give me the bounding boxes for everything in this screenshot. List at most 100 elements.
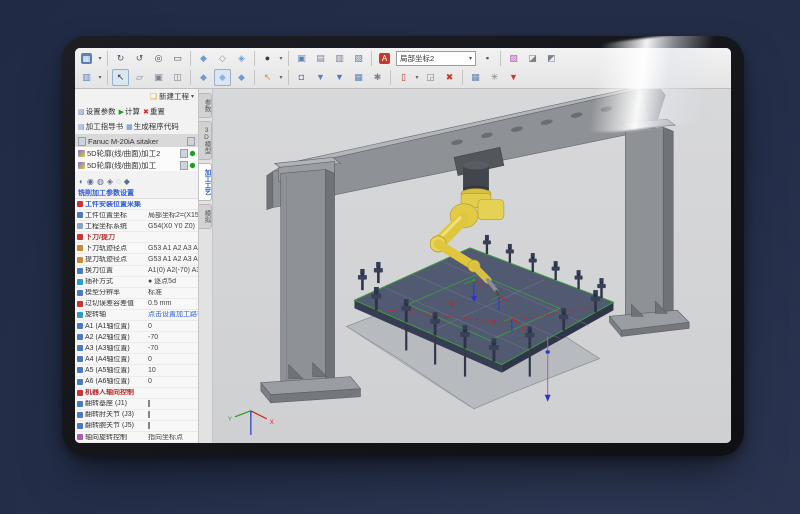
filter-toolpath-icon[interactable]: ▼ <box>312 69 329 86</box>
report-template-icon[interactable]: ◲ <box>422 69 439 86</box>
dropdown-caret[interactable]: ▾ <box>96 74 104 81</box>
dropdown-caret[interactable]: ▾ <box>96 55 104 62</box>
property-row: A2 (A2轴位置)-70 <box>75 332 198 343</box>
property-value[interactable]: 10 <box>147 367 198 374</box>
simulate-icon[interactable]: ◘ <box>293 69 310 86</box>
measure-icon[interactable]: ◫ <box>169 69 186 86</box>
panel-tab-inactive[interactable]: 3D模型 <box>199 121 212 160</box>
fixture-setup-icon[interactable]: ▥ <box>331 50 348 67</box>
property-value[interactable]: 标准 <box>147 289 198 296</box>
work-instruction-button-label: 加工指导书 <box>86 121 124 132</box>
panel-tab-active[interactable]: 加工工艺 <box>199 163 212 201</box>
save-icon[interactable]: ▦ <box>78 50 95 67</box>
property-value[interactable]: 局部坐标2=(X1544.582 <box>147 212 198 219</box>
property-checkbox[interactable] <box>148 422 150 429</box>
orbit-icon[interactable]: ↻ <box>112 50 129 67</box>
property-value[interactable]: 指向坐标点 <box>147 434 198 441</box>
viewport-3d[interactable]: Y X <box>213 89 731 443</box>
machine-view-icon[interactable]: ◆ <box>233 69 250 86</box>
part-view-icon[interactable]: ◆ <box>195 69 212 86</box>
property-value[interactable]: 0 <box>147 378 198 385</box>
copy-icon[interactable]: ▣ <box>150 69 167 86</box>
machine-page-icon[interactable]: ◆ <box>124 177 130 186</box>
property-value[interactable]: ● 逐点5d <box>147 278 198 285</box>
reset-button[interactable]: ✖重置 <box>143 106 165 117</box>
generate-code-button[interactable]: ▦生成程序代码 <box>126 121 179 132</box>
texture-icon[interactable]: ▨ <box>505 50 522 67</box>
workpiece-view-icon[interactable]: ◆ <box>214 69 231 86</box>
property-value[interactable]: G53 A1 A2 A3 A4 A5 A <box>147 256 198 263</box>
snapshot-icon[interactable]: ◪ <box>524 50 541 67</box>
pdf-export-icon[interactable]: A <box>376 50 393 67</box>
calculate-button[interactable]: ▶计算 <box>119 106 140 117</box>
property-row: 工件位置坐标局部坐标2=(X1544.582 <box>75 210 198 221</box>
machine-setup-icon[interactable]: ▣ <box>293 50 310 67</box>
hidden-line-view-icon[interactable]: ◈ <box>233 50 250 67</box>
property-icon <box>77 234 83 240</box>
set-params-button[interactable]: ▧设置参数 <box>78 106 116 117</box>
new-project-button[interactable]: 新建工程 <box>159 91 189 102</box>
zoom-window-icon[interactable]: ▭ <box>169 50 186 67</box>
dropdown-caret[interactable]: ▾ <box>277 74 285 81</box>
property-value[interactable]: 0 <box>147 323 198 330</box>
property-checkbox[interactable] <box>148 400 150 407</box>
wireframe-view-icon[interactable]: ◇ <box>214 50 231 67</box>
strategy-page-icon[interactable]: ◈ <box>107 177 113 186</box>
property-row: A5 (A5轴位置)10 <box>75 365 198 376</box>
tree-item-machine[interactable]: Fanuc M-20iA sitaker <box>75 135 198 147</box>
action-row-1: ▧设置参数▶计算✖重置 <box>75 104 198 119</box>
property-value[interactable]: -70 <box>147 334 198 341</box>
scene-preview-icon[interactable]: ◩ <box>543 50 560 67</box>
coord-apply-icon[interactable]: ▪ <box>479 50 496 67</box>
rotate-view-icon[interactable]: ↺ <box>131 50 148 67</box>
property-value[interactable]: A1(0) A2(-70) A3(-70) <box>147 267 198 274</box>
select-arrow-icon[interactable]: ↖ <box>112 69 129 86</box>
toolbar-separator <box>254 70 255 85</box>
link-page-icon[interactable]: ◌ <box>116 177 121 186</box>
tool-setup-icon[interactable]: ▧ <box>350 50 367 67</box>
pdf-close-icon[interactable]: ✖ <box>441 69 458 86</box>
box-select-icon[interactable]: ▱ <box>131 69 148 86</box>
panel-tab-inactive[interactable]: 参数 <box>199 93 212 118</box>
property-value[interactable]: -70 <box>147 345 198 352</box>
geometry-page-icon[interactable]: ◍ <box>97 177 104 186</box>
property-label: A1 (A1轴位置) <box>85 323 147 330</box>
property-value[interactable]: G54(X0 Y0 Z0) <box>147 223 198 230</box>
property-icon <box>77 212 83 218</box>
screenshot-icon[interactable]: ▦ <box>467 69 484 86</box>
tree-item-operation[interactable]: 5D轮廓(线/曲面)加工 <box>75 159 198 171</box>
filter-red-icon[interactable]: ▼ <box>505 69 522 86</box>
dropdown-caret[interactable]: ▾ <box>277 55 285 62</box>
toolbar-separator <box>190 70 191 85</box>
pick-point-icon[interactable]: ↖ <box>259 69 276 86</box>
paste-icon[interactable]: ▥ <box>78 69 95 86</box>
property-row: 机器人轴向控制 <box>75 388 198 399</box>
coord-system-select[interactable]: 局部坐标2▾ <box>396 51 476 66</box>
new-project-caret[interactable]: ▾ <box>191 93 194 100</box>
tool-page-icon[interactable]: ◉ <box>87 177 94 186</box>
property-row: 工程坐标系统G54(X0 Y0 Z0) <box>75 221 198 232</box>
work-instruction-button-icon: ▤ <box>78 123 85 131</box>
panel-tab-inactive[interactable]: 模拟 <box>199 204 212 229</box>
property-icon <box>77 401 83 407</box>
shaded-view-icon[interactable]: ◆ <box>195 50 212 67</box>
property-value[interactable]: 0.5 mm <box>147 300 198 307</box>
zoom-icon[interactable]: ◎ <box>150 50 167 67</box>
toolpath-funnel-icon[interactable]: ▼ <box>331 69 348 86</box>
property-value[interactable]: 0 <box>147 356 198 363</box>
pdf-report-icon[interactable]: ▯ <box>395 69 412 86</box>
property-value[interactable]: G53 A1 A2 A3 A4 A5 A <box>147 245 198 252</box>
property-value[interactable]: 点击设置加工路径刀轴控制 <box>147 311 198 318</box>
render-mode-icon[interactable]: ● <box>259 50 276 67</box>
property-checkbox[interactable] <box>148 411 150 418</box>
workpiece-setup-icon[interactable]: ▤ <box>312 50 329 67</box>
property-label: 下刀/提刀 <box>85 234 147 241</box>
toolbar-separator <box>107 51 108 66</box>
collision-check-icon[interactable]: ✱ <box>369 69 386 86</box>
toolpath-list-icon[interactable]: ▦ <box>350 69 367 86</box>
tree-item-operation[interactable]: 5D轮廓(线/曲面)加工2 <box>75 147 198 159</box>
dropdown-caret[interactable]: ▾ <box>413 74 421 81</box>
work-instruction-button[interactable]: ▤加工指导书 <box>78 121 123 132</box>
diagram-icon[interactable]: ✳ <box>486 69 503 86</box>
param-page-icon[interactable]: ◐ <box>79 177 84 186</box>
